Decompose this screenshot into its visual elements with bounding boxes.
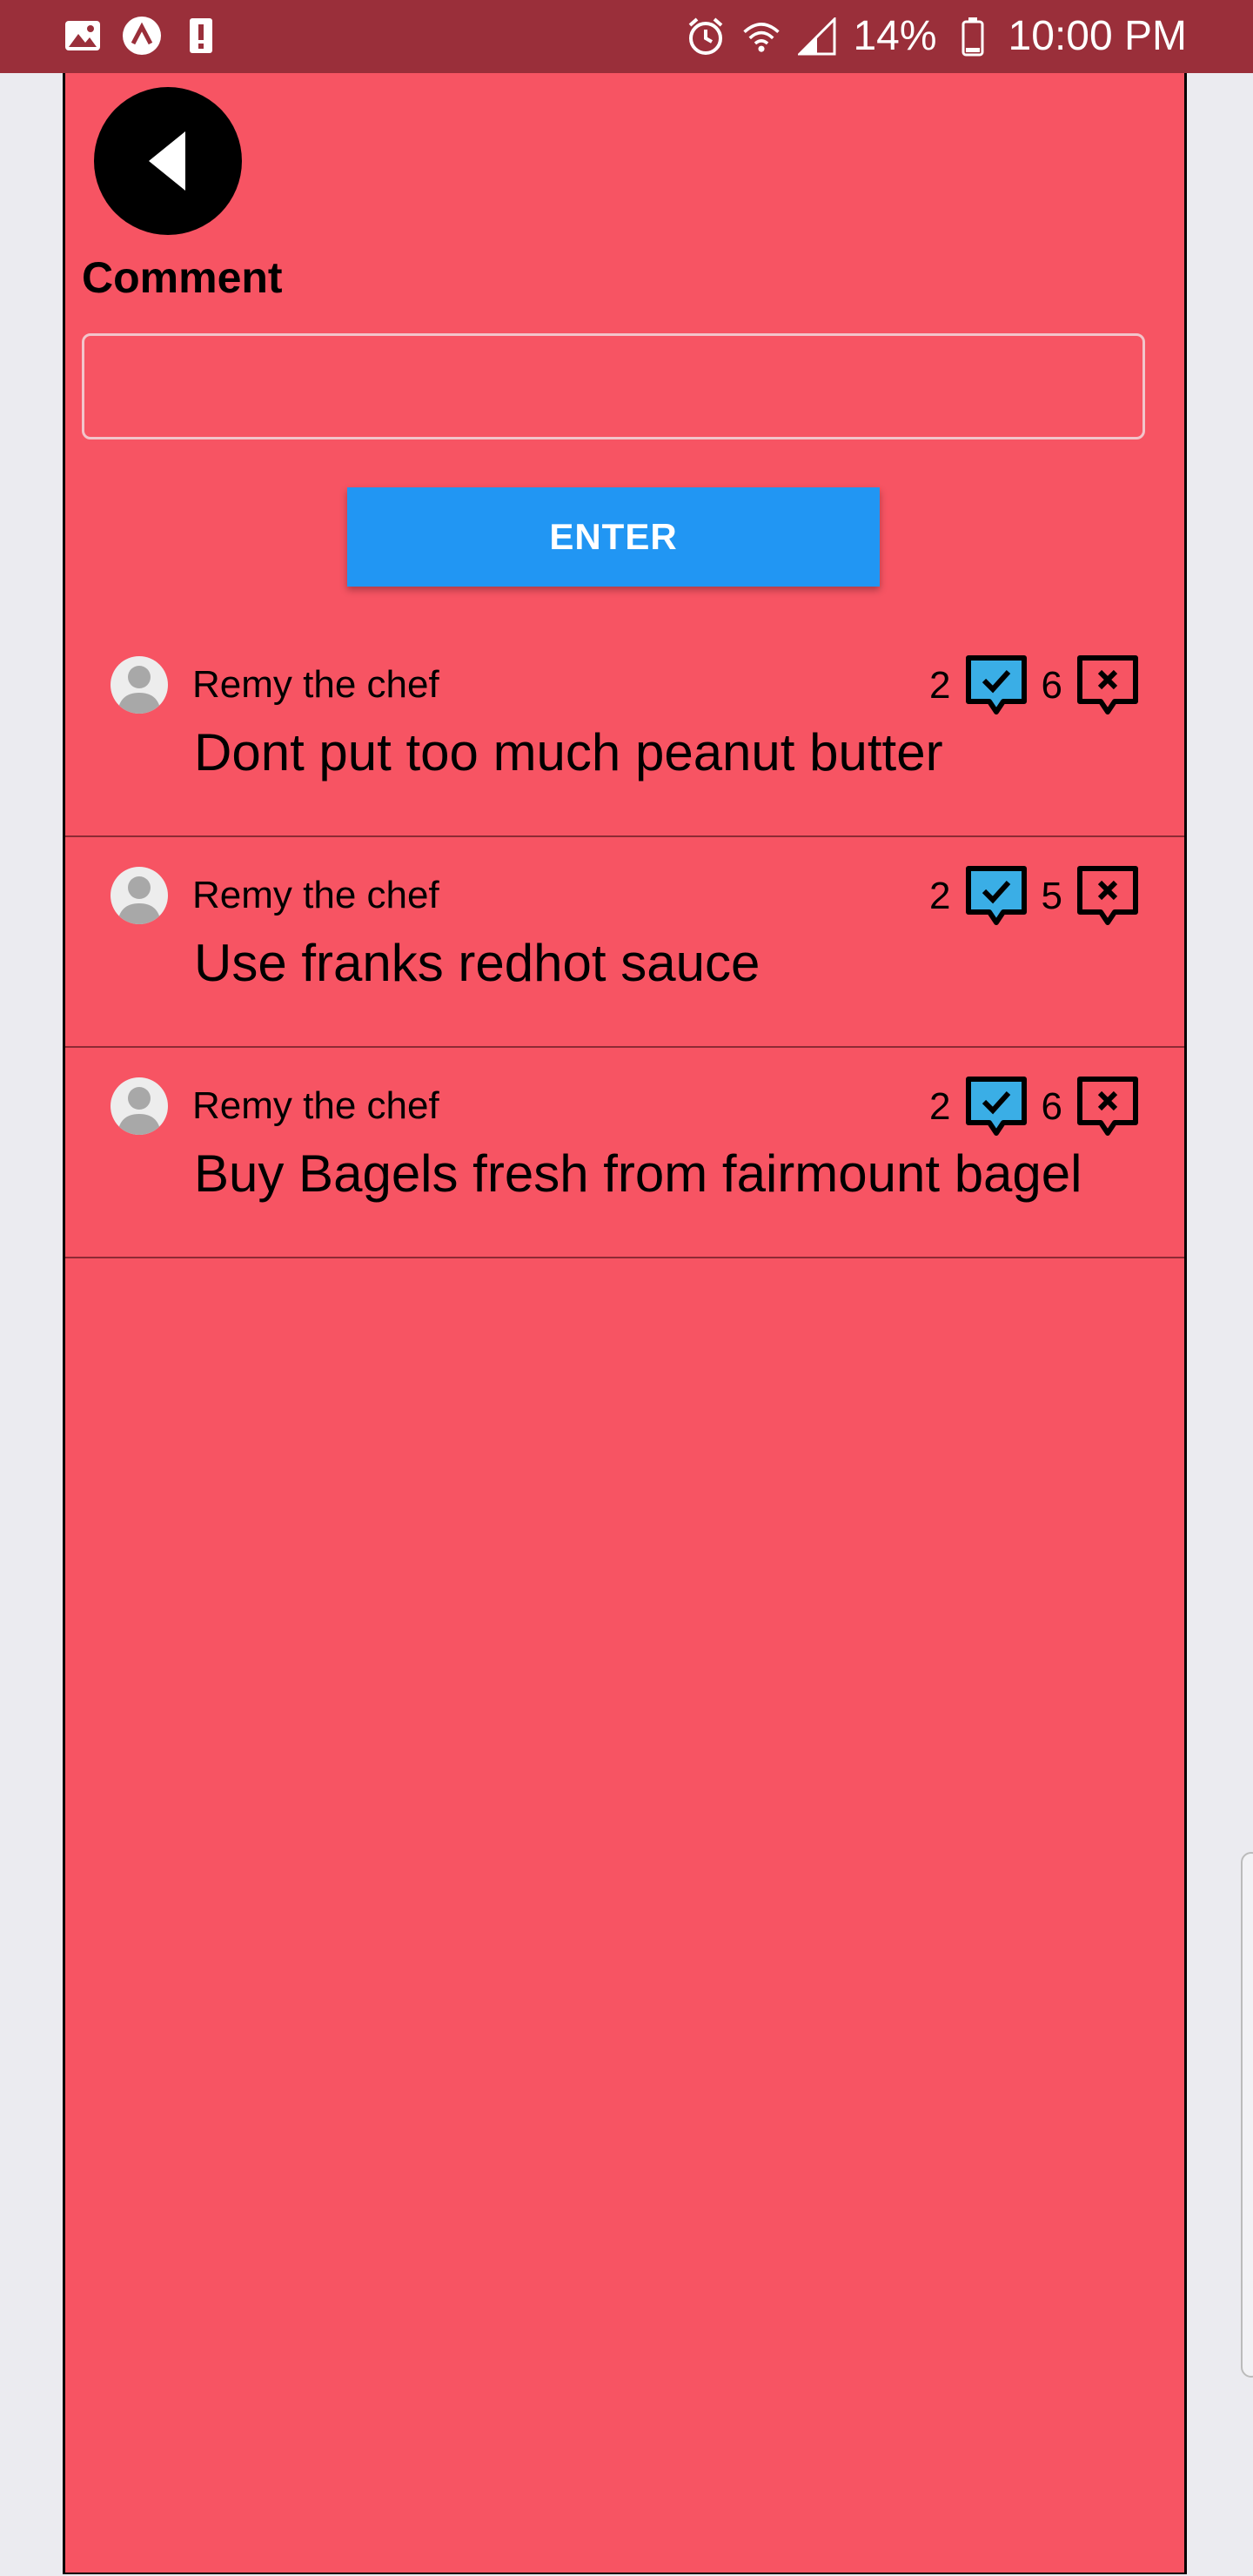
check-bubble-icon bbox=[965, 1077, 1027, 1136]
downvote-count: 5 bbox=[1041, 875, 1062, 917]
status-bar: 14% 10:00 PM bbox=[0, 0, 1253, 73]
alert-icon bbox=[181, 16, 221, 56]
scrollbar[interactable] bbox=[1241, 1852, 1253, 2378]
user-silhouette-icon bbox=[117, 666, 161, 714]
downvote-button[interactable] bbox=[1075, 1074, 1141, 1140]
alarm-icon bbox=[686, 17, 726, 57]
image-icon bbox=[63, 16, 103, 56]
avatar bbox=[111, 1077, 168, 1135]
comment-item: Remy the chef 2 6 Buy Bagels fresh from … bbox=[65, 1048, 1184, 1258]
upvote-button[interactable] bbox=[963, 653, 1029, 719]
wifi-icon bbox=[741, 17, 781, 57]
back-arrow-icon bbox=[149, 131, 185, 191]
avatar bbox=[111, 656, 168, 714]
user-silhouette-icon bbox=[117, 1087, 161, 1135]
comment-input[interactable] bbox=[82, 333, 1145, 439]
x-bubble-icon bbox=[1077, 655, 1138, 714]
upvote-button[interactable] bbox=[963, 1074, 1029, 1140]
comment-item: Remy the chef 2 6 Dont put too much pean… bbox=[65, 627, 1184, 837]
upvote-count: 2 bbox=[929, 875, 951, 917]
x-bubble-icon bbox=[1077, 1077, 1138, 1136]
downvote-button[interactable] bbox=[1075, 653, 1141, 719]
comment-author: Remy the chef bbox=[192, 663, 439, 706]
comment-list: Remy the chef 2 6 Dont put too much pean… bbox=[65, 627, 1184, 1258]
downvote-count: 6 bbox=[1041, 1085, 1062, 1128]
vote-controls: 2 6 bbox=[929, 1074, 1141, 1140]
comment-author: Remy the chef bbox=[192, 874, 439, 916]
upvote-count: 2 bbox=[929, 664, 951, 707]
signal-icon bbox=[797, 17, 837, 57]
comment-text: Dont put too much peanut butter bbox=[194, 723, 943, 782]
vote-controls: 2 5 bbox=[929, 863, 1141, 929]
downvote-count: 6 bbox=[1041, 664, 1062, 707]
battery-icon bbox=[953, 17, 993, 57]
clock-time: 10:00 PM bbox=[1008, 13, 1187, 59]
back-button[interactable] bbox=[94, 87, 242, 235]
app-icon bbox=[122, 16, 162, 56]
comment-text: Buy Bagels fresh from fairmount bagel bbox=[194, 1144, 1082, 1203]
check-bubble-icon bbox=[965, 655, 1027, 714]
upvote-button[interactable] bbox=[963, 863, 1029, 929]
vote-controls: 2 6 bbox=[929, 653, 1141, 719]
downvote-button[interactable] bbox=[1075, 863, 1141, 929]
comment-item: Remy the chef 2 5 Use franks redhot sauc… bbox=[65, 837, 1184, 1048]
user-silhouette-icon bbox=[117, 876, 161, 924]
comment-author: Remy the chef bbox=[192, 1084, 439, 1127]
comment-label: Comment bbox=[82, 253, 283, 302]
comment-text: Use franks redhot sauce bbox=[194, 934, 761, 992]
battery-percent: 14% bbox=[853, 13, 937, 59]
x-bubble-icon bbox=[1077, 866, 1138, 925]
avatar bbox=[111, 867, 168, 924]
enter-button[interactable]: ENTER bbox=[347, 487, 880, 587]
check-bubble-icon bbox=[965, 866, 1027, 925]
upvote-count: 2 bbox=[929, 1085, 951, 1128]
